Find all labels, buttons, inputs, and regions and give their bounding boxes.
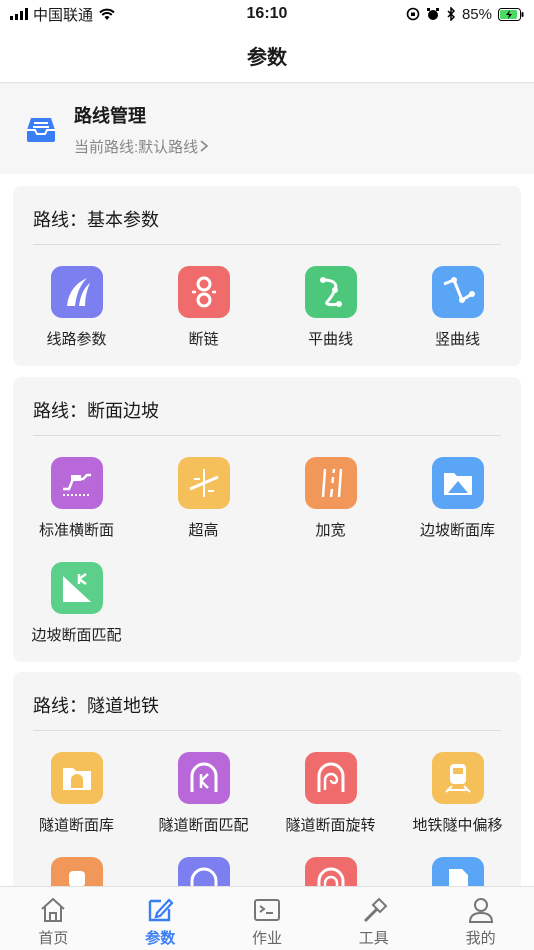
page-title: 参数 bbox=[247, 46, 287, 69]
item-vertical-curve[interactable]: 竖曲线 bbox=[394, 266, 521, 349]
navigation-bar: 参数 bbox=[0, 28, 534, 83]
item-slope-section-match[interactable]: 边坡断面匹配 bbox=[13, 562, 140, 645]
terminal-icon bbox=[253, 899, 280, 921]
bluetooth-icon bbox=[447, 7, 456, 21]
tunnel-folder-icon bbox=[50, 752, 103, 804]
item-standard-cross-section[interactable]: 标准横断面 bbox=[13, 457, 140, 540]
current-route-label: 当前路线:默认路线 bbox=[74, 138, 199, 156]
signal-icon bbox=[10, 8, 28, 20]
train-tracks-icon bbox=[50, 857, 103, 886]
document-icon bbox=[431, 857, 484, 886]
chevron-right-icon bbox=[200, 140, 209, 152]
home-icon bbox=[41, 897, 66, 922]
item-tunnel-section-match[interactable]: 隧道断面匹配 bbox=[140, 752, 267, 835]
orientation-lock-icon bbox=[406, 7, 420, 21]
inbox-tray-icon bbox=[27, 118, 55, 142]
tunnel-rotate-icon bbox=[304, 752, 357, 804]
item-tunnel-section-rotate[interactable]: 隧道断面旋转 bbox=[267, 752, 394, 835]
road-icon bbox=[50, 266, 103, 318]
section-basic-parameters: 路线：基本参数 线路参数 断链 平曲线 竖曲线 bbox=[13, 186, 521, 366]
wifi-icon bbox=[99, 8, 115, 20]
battery-charging-icon bbox=[498, 7, 524, 21]
item-horizontal-curve[interactable]: 平曲线 bbox=[267, 266, 394, 349]
route-title: 路线管理 bbox=[74, 105, 146, 126]
tunnel-ring-icon bbox=[304, 857, 357, 886]
widening-road-icon bbox=[304, 457, 357, 509]
broken-chain-icon bbox=[177, 266, 230, 318]
item-tunnel-section-library[interactable]: 隧道断面库 bbox=[13, 752, 140, 835]
item-partial-2[interactable] bbox=[140, 857, 267, 886]
tab-bar: 首页 参数 作业 工具 我的 bbox=[0, 886, 534, 950]
tunnel-arch-icon bbox=[177, 857, 230, 886]
tab-tasks[interactable]: 作业 bbox=[214, 887, 321, 950]
horizontal-curve-icon bbox=[304, 266, 357, 318]
item-chain-break[interactable]: 断链 bbox=[140, 266, 267, 349]
section-title: 路线：基本参数 bbox=[33, 210, 159, 230]
route-management-row[interactable]: 路线管理 当前路线:默认路线 bbox=[0, 84, 534, 174]
section-cross-section-slope: 路线：断面边坡 标准横断面 超高 加宽 边坡断面库 边坡断面匹配 bbox=[13, 377, 521, 662]
section-title: 路线：隧道地铁 bbox=[33, 696, 159, 716]
tunnel-match-icon bbox=[177, 752, 230, 804]
item-slope-section-library[interactable]: 边坡断面库 bbox=[394, 457, 521, 540]
vertical-curve-icon bbox=[431, 266, 484, 318]
tab-home[interactable]: 首页 bbox=[0, 887, 107, 950]
item-superelevation[interactable]: 超高 bbox=[140, 457, 267, 540]
item-partial-4[interactable] bbox=[394, 857, 521, 886]
item-subway-tunnel-offset[interactable]: 地铁隧中偏移 bbox=[394, 752, 521, 835]
section-title: 路线：断面边坡 bbox=[33, 401, 159, 421]
cross-section-icon bbox=[50, 457, 103, 509]
item-widening[interactable]: 加宽 bbox=[267, 457, 394, 540]
parameter-list[interactable]: 路线：基本参数 线路参数 断链 平曲线 竖曲线 路线：断面边坡 标准横断面 超高… bbox=[0, 174, 534, 886]
item-partial-3[interactable] bbox=[267, 857, 394, 886]
carrier-label: 中国联通 bbox=[33, 6, 94, 24]
hammer-icon bbox=[363, 897, 388, 923]
tab-parameters[interactable]: 参数 bbox=[107, 887, 214, 950]
slope-match-icon bbox=[50, 562, 103, 614]
tab-profile[interactable]: 我的 bbox=[427, 887, 534, 950]
subway-train-icon bbox=[431, 752, 484, 804]
status-bar: 中国联通 16:10 85% bbox=[0, 0, 534, 28]
tab-tools[interactable]: 工具 bbox=[320, 887, 427, 950]
user-icon bbox=[468, 898, 493, 923]
edit-icon bbox=[148, 898, 174, 922]
section-tunnel-subway: 路线：隧道地铁 隧道断面库 隧道断面匹配 隧道断面旋转 地铁隧中偏移 bbox=[13, 672, 521, 886]
item-route-parameters[interactable]: 线路参数 bbox=[13, 266, 140, 349]
alarm-icon bbox=[426, 8, 439, 20]
item-partial-1[interactable] bbox=[13, 857, 140, 886]
battery-percent: 85% bbox=[461, 5, 492, 23]
slope-folder-icon bbox=[431, 457, 484, 509]
superelevation-icon bbox=[177, 457, 230, 509]
